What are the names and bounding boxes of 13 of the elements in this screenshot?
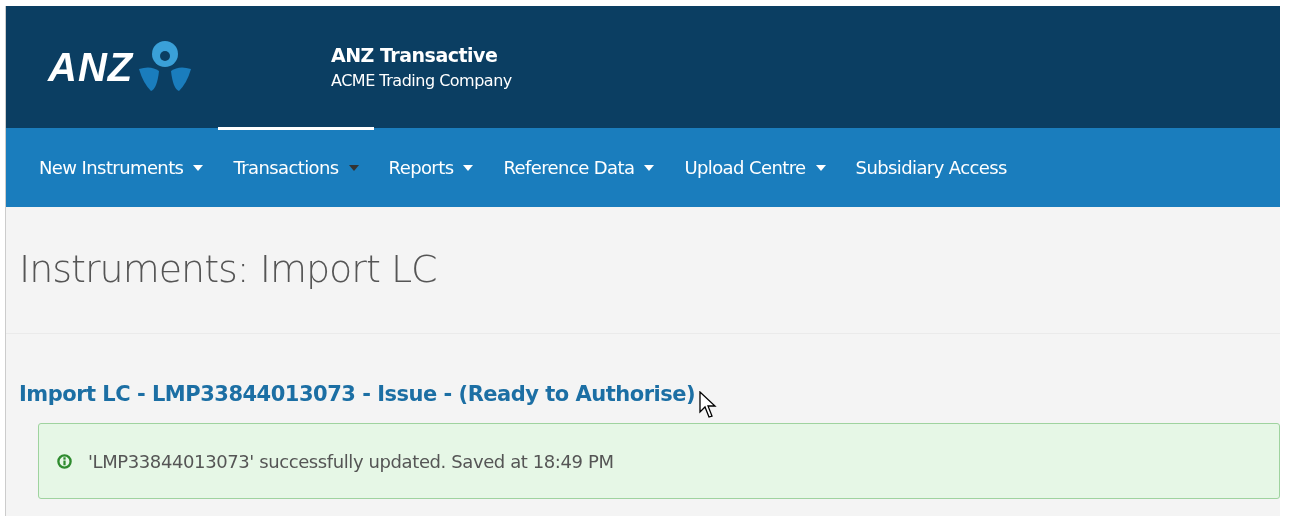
page-title: Instruments: Import LC xyxy=(18,246,438,293)
nav-tab[interactable]: New Instruments xyxy=(24,128,219,207)
nav-tab[interactable]: Subsidiary Access xyxy=(840,128,1022,207)
record-heading: Import LC - LMP33844013073 - Issue - (Ready to Authorise) xyxy=(18,381,696,408)
info-icon xyxy=(57,453,72,469)
logo-text: ANZ xyxy=(48,44,134,91)
app-title: ANZ Transactive xyxy=(331,42,499,68)
nav-tab[interactable]: Reference Data xyxy=(488,128,670,207)
nav-tab[interactable]: Upload Centre xyxy=(669,128,841,207)
nav-tab[interactable]: Transactions xyxy=(218,128,374,207)
alert-message: 'LMP33844013073' successfully updated. Saved at 18:49 PM xyxy=(88,449,614,474)
company-name: ACME Trading Company xyxy=(331,70,512,93)
nav-tab[interactable]: Reports xyxy=(373,128,489,207)
